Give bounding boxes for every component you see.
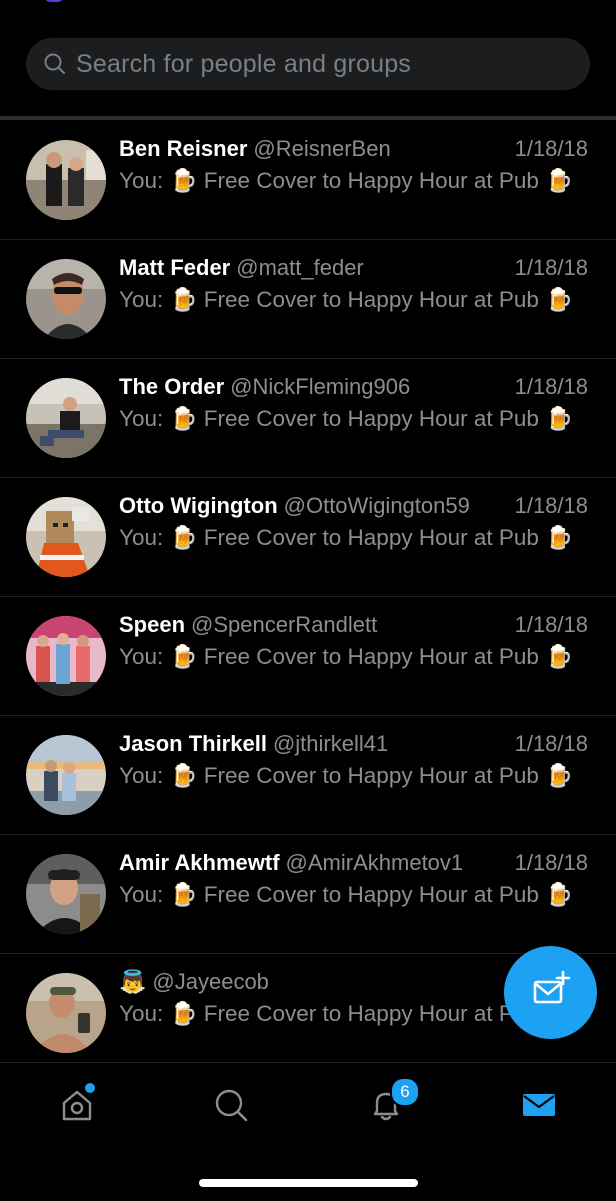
unread-dot	[83, 1081, 97, 1095]
search-placeholder: Search for people and groups	[76, 49, 411, 78]
conversation-row[interactable]: Ben Reisner @ReisnerBen 1/18/18 You: 🍺 Fr…	[0, 121, 616, 240]
notification-badge: 6	[390, 1077, 420, 1107]
conversation-row[interactable]: Speen @SpencerRandlett 1/18/18 You: 🍺 Fre…	[0, 597, 616, 716]
conversation-title: Speen @SpencerRandlett	[119, 612, 519, 638]
tab-notifications[interactable]: 6	[364, 1077, 420, 1129]
message-preview: You: 🍺 Free Cover to Happy Hour at Pub 🍺	[119, 406, 574, 431]
conversation-title: Matt Feder @matt_feder	[119, 255, 519, 281]
message-preview: You: 🍺 Free Cover to Happy Hour at Pub 🍺	[119, 287, 574, 312]
display-name: Matt Feder	[119, 255, 231, 280]
tab-search[interactable]	[209, 1085, 253, 1129]
conversation-date: 1/18/18	[514, 612, 588, 637]
conversation-row[interactable]: Matt Feder @matt_feder 1/18/18 You: 🍺 Fre…	[0, 240, 616, 359]
conversation-title: 👼 @Jayeecob	[119, 969, 519, 995]
conversation-title: The Order @NickFleming906	[119, 374, 519, 400]
new-message-button[interactable]	[504, 946, 597, 1039]
conversation-row[interactable]: Otto Wigington @OttoWigington59 1/18/18 Y…	[0, 478, 616, 597]
avatar[interactable]	[26, 973, 106, 1053]
conversation-title: Amir Akhmewtf @AmirAkhmetov1	[119, 850, 519, 876]
conversation-row[interactable]: Amir Akhmewtf @AmirAkhmetov1 1/18/18 You:…	[0, 835, 616, 954]
user-handle: @ReisnerBen	[253, 136, 391, 161]
message-preview: You: 🍺 Free Cover to Happy Hour at Pub 🍺	[119, 882, 574, 907]
message-preview: You: 🍺 Free Cover to Happy Hour at Pub 🍺	[119, 168, 574, 193]
home-indicator	[199, 1179, 418, 1187]
tab-messages[interactable]	[517, 1085, 561, 1129]
conversation-date: 1/18/18	[514, 374, 588, 399]
conversation-list: Ben Reisner @ReisnerBen 1/18/18 You: 🍺 Fr…	[0, 121, 616, 1072]
user-handle: @SpencerRandlett	[191, 612, 378, 637]
conversation-date: 1/18/18	[514, 136, 588, 161]
display-name: 👼	[119, 969, 147, 994]
search-icon	[213, 1087, 249, 1128]
search-input[interactable]: Search for people and groups	[26, 38, 590, 90]
conversation-date: 1/18/18	[514, 493, 588, 518]
display-name: Amir Akhmewtf	[119, 850, 280, 875]
conversation-date: 1/18/18	[514, 255, 588, 280]
display-name: Jason Thirkell	[119, 731, 267, 756]
message-preview: You: 🍺 Free Cover to Happy Hour at Pub 🍺	[119, 763, 574, 788]
conversation-row[interactable]: Jason Thirkell @jthirkell41 1/18/18 You: …	[0, 716, 616, 835]
tab-home[interactable]	[55, 1081, 99, 1129]
display-name: Speen	[119, 612, 186, 637]
profile-avatar-edge[interactable]	[43, 0, 65, 2]
conversation-title: Ben Reisner @ReisnerBen	[119, 136, 519, 162]
avatar[interactable]	[26, 378, 106, 458]
message-preview: You: 🍺 Free Cover to Happy Hour at Pub 🍺	[119, 644, 574, 669]
display-name: The Order	[119, 374, 225, 399]
user-handle: @NickFleming906	[230, 374, 411, 399]
new-message-icon	[531, 970, 571, 1015]
avatar[interactable]	[26, 735, 106, 815]
avatar[interactable]	[26, 140, 106, 220]
avatar[interactable]	[26, 616, 106, 696]
avatar[interactable]	[26, 497, 106, 577]
user-handle: @Jayeecob	[152, 969, 269, 994]
conversation-row[interactable]: The Order @NickFleming906 1/18/18 You: 🍺 …	[0, 359, 616, 478]
header-divider	[0, 116, 616, 120]
user-handle: @AmirAkhmetov1	[285, 850, 464, 875]
conversation-title: Otto Wigington @OttoWigington59	[119, 493, 519, 519]
conversation-title: Jason Thirkell @jthirkell41	[119, 731, 519, 757]
user-handle: @jthirkell41	[272, 731, 389, 756]
message-preview: You: 🍺 Free Cover to Happy Hour at Pub 🍺	[119, 525, 574, 550]
display-name: Otto Wigington	[119, 493, 278, 518]
avatar[interactable]	[26, 854, 106, 934]
avatar[interactable]	[26, 259, 106, 339]
conversation-date: 1/18/18	[514, 850, 588, 875]
user-handle: @OttoWigington59	[283, 493, 470, 518]
display-name: Ben Reisner	[119, 136, 248, 161]
conversation-date: 1/18/18	[514, 731, 588, 756]
search-icon	[42, 51, 68, 77]
user-handle: @matt_feder	[236, 255, 364, 280]
mail-icon	[520, 1086, 558, 1129]
